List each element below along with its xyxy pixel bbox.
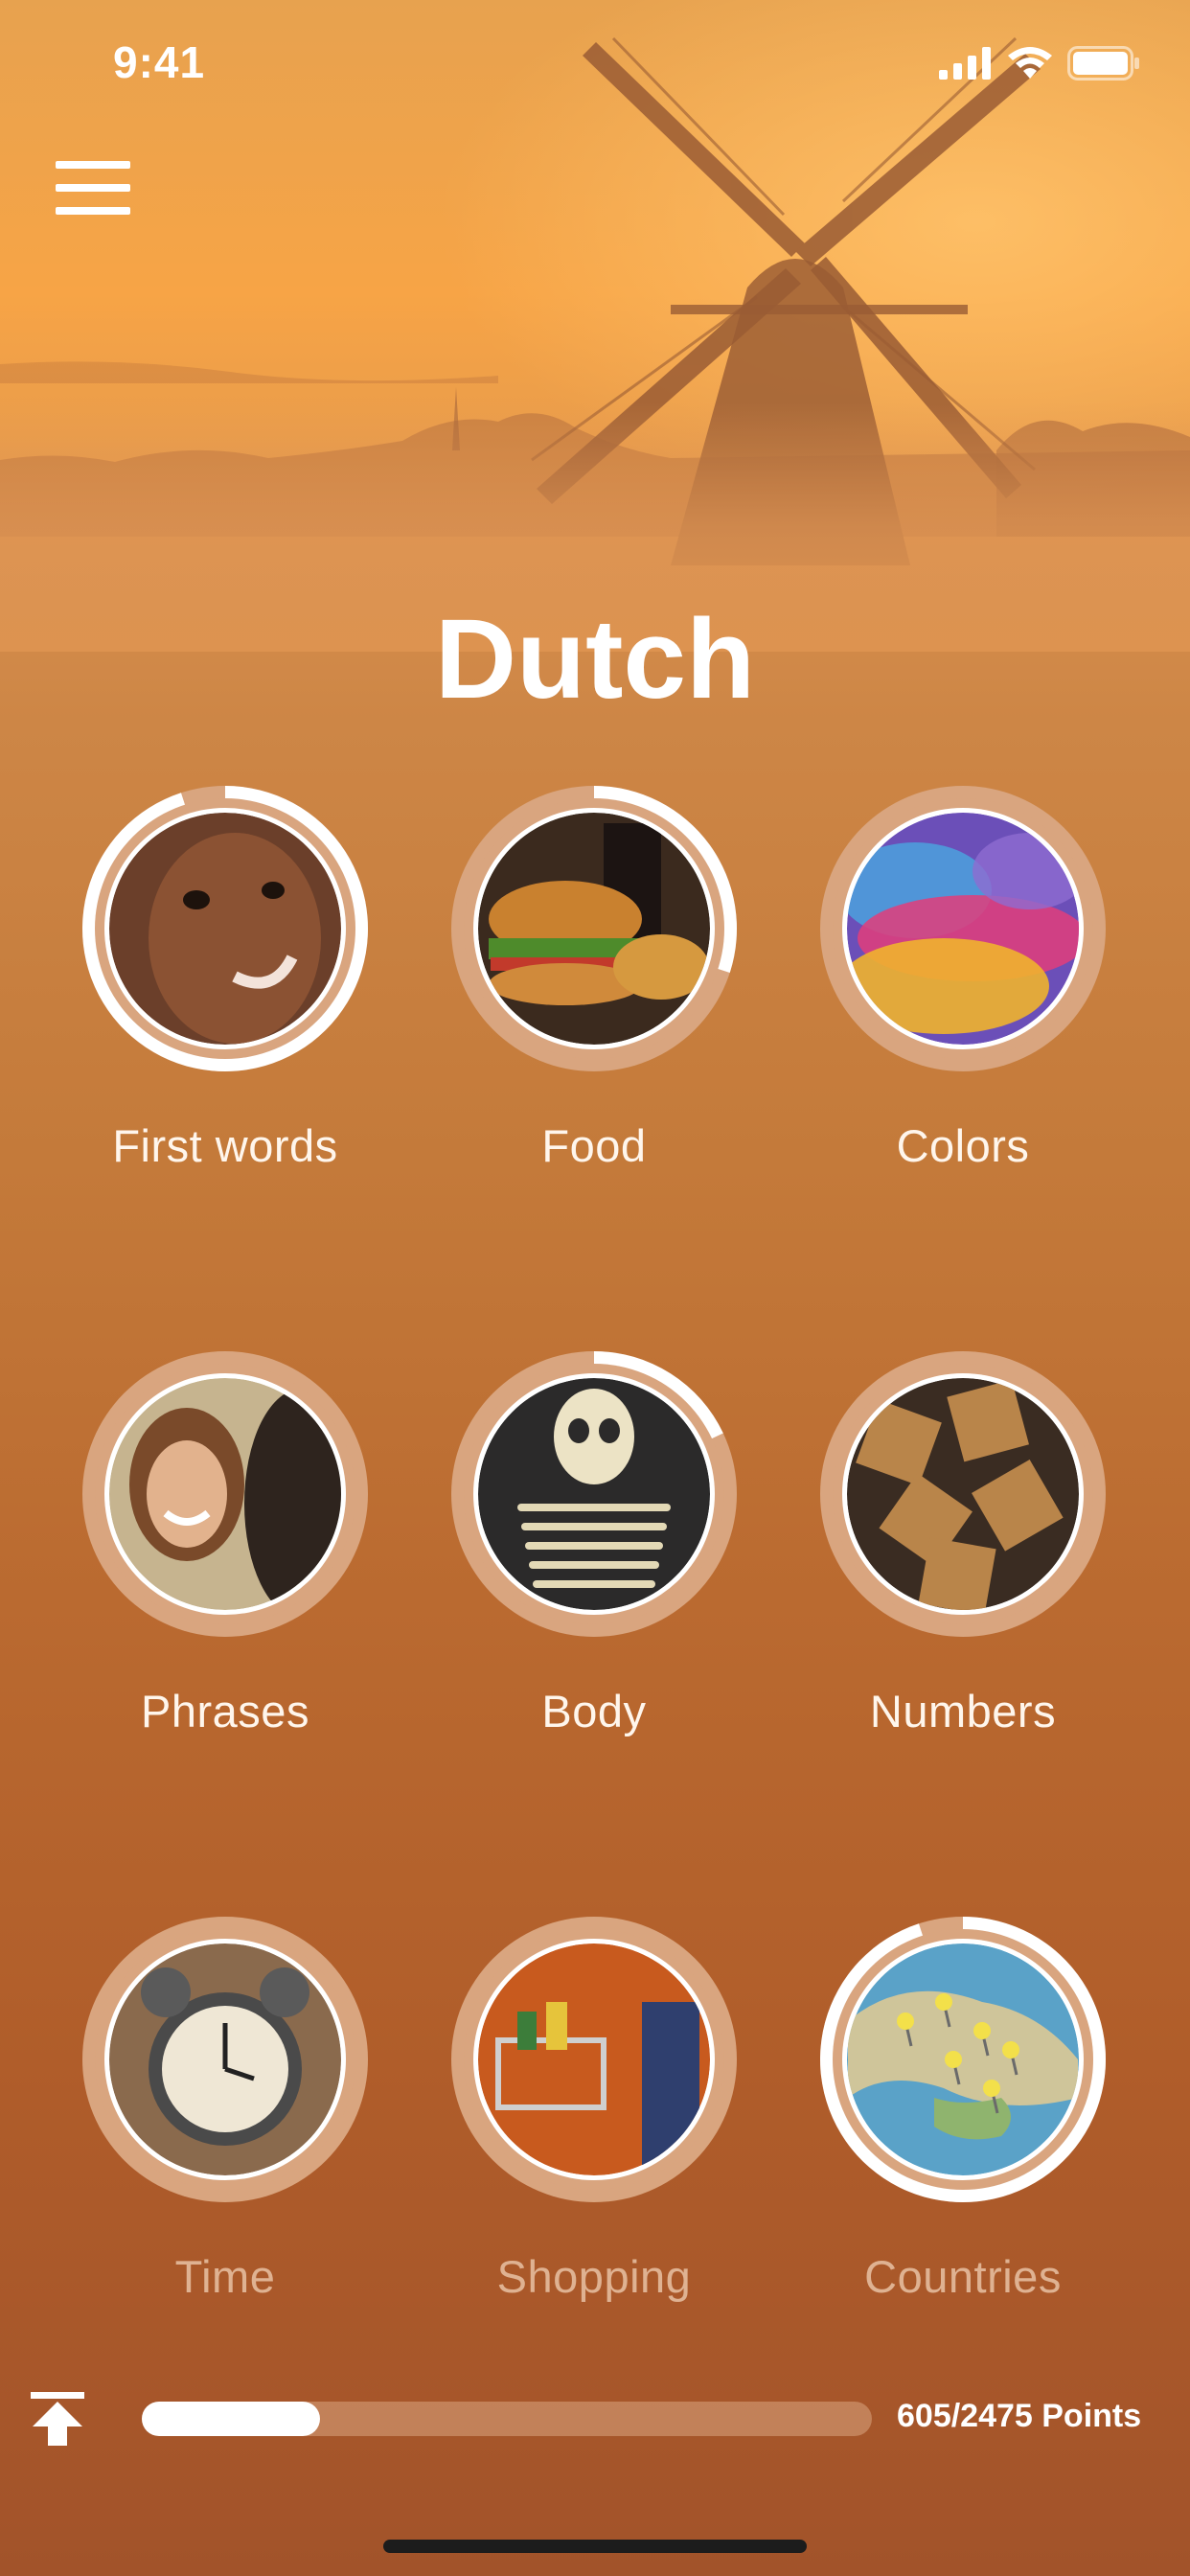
category-phrases[interactable]: Phrases xyxy=(43,1351,407,1792)
map-pins-photo xyxy=(847,1944,1079,2175)
points-progress-bar xyxy=(142,2402,872,2436)
shopping-cart-photo xyxy=(478,1944,710,2175)
category-countries[interactable]: Countries xyxy=(781,1917,1145,2358)
category-progress-ring xyxy=(820,1917,1106,2202)
app-screen: 9:41 Dutch First words Food Colors Phrases B… xyxy=(0,0,1190,2576)
category-numbers[interactable]: Numbers xyxy=(781,1351,1145,1792)
category-label: Numbers xyxy=(869,1686,1057,1736)
category-label: Body xyxy=(541,1686,647,1736)
category-body[interactable]: Body xyxy=(412,1351,776,1792)
category-progress-ring xyxy=(451,1917,737,2202)
skeleton-photo xyxy=(478,1378,710,1610)
category-progress-ring xyxy=(451,786,737,1071)
category-progress-ring xyxy=(82,786,368,1071)
category-progress-ring xyxy=(82,1351,368,1637)
category-shopping[interactable]: Shopping xyxy=(412,1917,776,2358)
category-first-words[interactable]: First words xyxy=(43,786,407,1227)
upload-icon[interactable] xyxy=(27,2388,88,2450)
burger-fries-photo xyxy=(478,813,710,1045)
category-label: Colors xyxy=(896,1120,1030,1171)
points-text: 605/2475 Points xyxy=(897,2398,1142,2434)
category-label: Countries xyxy=(864,2251,1062,2302)
category-label: Food xyxy=(541,1120,647,1171)
category-grid: First words Food Colors Phrases Body Numbers T… xyxy=(0,0,1190,2576)
category-food[interactable]: Food xyxy=(412,786,776,1227)
baby-photo xyxy=(109,813,341,1045)
category-label: First words xyxy=(112,1120,338,1171)
alarm-clock-photo xyxy=(109,1944,341,2175)
category-label: Phrases xyxy=(141,1686,309,1736)
category-progress-ring xyxy=(82,1917,368,2202)
home-indicator xyxy=(383,2540,807,2553)
category-label: Shopping xyxy=(496,2251,692,2302)
category-label: Time xyxy=(174,2251,276,2302)
category-progress-ring xyxy=(820,1351,1106,1637)
category-time[interactable]: Time xyxy=(43,1917,407,2358)
category-progress-ring xyxy=(820,786,1106,1071)
points-progress-fill xyxy=(142,2402,320,2436)
category-progress-ring xyxy=(451,1351,737,1637)
category-colors[interactable]: Colors xyxy=(781,786,1145,1227)
